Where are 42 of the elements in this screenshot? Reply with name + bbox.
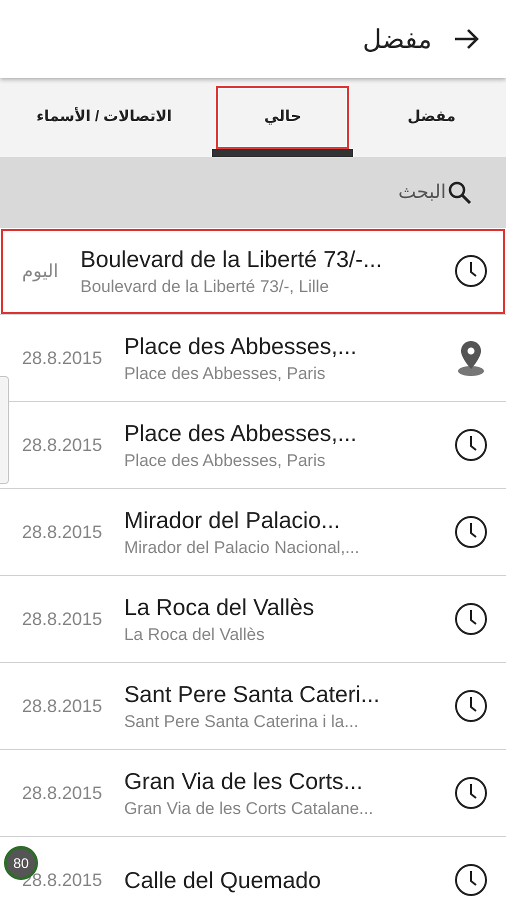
place-title: Boulevard de la Liberté 73/-... <box>80 246 384 272</box>
place-title: Calle del Quemado <box>124 866 322 894</box>
back-arrow-icon[interactable] <box>454 28 480 50</box>
place-date: 28.8.2015 <box>22 434 102 456</box>
place-title: Place des Abbesses,... <box>124 332 358 360</box>
clock-icon <box>454 515 488 549</box>
place-address: Boulevard de la Liberté 73/-, Lille <box>80 276 330 296</box>
clock-icon <box>454 776 488 810</box>
place-row[interactable]: 28.8.2015 Mirador del Palacio... Mirador del Palacio Nacional,... <box>0 489 506 576</box>
place-date: 28.8.2015 <box>22 696 102 716</box>
place-row[interactable]: 28.8.2015 Sant Pere Santa Cateri... Sant Pere Santa Caterina i la... <box>0 663 506 750</box>
screen-title: مفضل <box>362 24 432 54</box>
tab[interactable]: الاتصالات / الأسماء <box>0 78 208 157</box>
place-date: 28.8.2015 <box>22 608 102 630</box>
place-date: 28.8.2015 <box>22 522 102 542</box>
clock-icon <box>454 689 488 723</box>
place-date: 28.8.2015 <box>22 782 102 804</box>
place-row[interactable]: 28.8.2015 La Roca del Vallès La Roca del Vallès <box>0 576 506 663</box>
place-address: Mirador del Palacio Nacional,... <box>124 538 360 558</box>
place-date: 28.8.2015 <box>22 348 102 368</box>
clock-icon <box>454 602 488 636</box>
place-address: Place des Abbesses, Paris <box>124 450 326 470</box>
place-row[interactable]: 28.8.2015 Gran Via de les Corts... Gran Via de les Corts Catalane... <box>0 750 506 837</box>
location-pin-icon <box>456 339 486 377</box>
tab[interactable]: مفضل <box>357 78 506 157</box>
place-address: Place des Abbesses, Paris <box>124 364 326 384</box>
place-address: La Roca del Vallès <box>124 624 266 644</box>
clock-icon <box>454 428 488 462</box>
place-title: Mirador del Palacio... <box>124 506 342 534</box>
place-date: اليوم <box>22 260 58 282</box>
search-icon <box>448 180 472 204</box>
tab[interactable]: حالي <box>208 78 358 157</box>
place-title: Sant Pere Santa Cateri... <box>124 680 381 708</box>
place-address: Sant Pere Santa Caterina i la... <box>124 712 360 732</box>
place-date: 28.8.2015 <box>22 870 102 890</box>
search-field[interactable]: البحث <box>0 157 506 228</box>
clock-icon <box>454 254 488 288</box>
place-title: La Roca del Vallès <box>124 594 316 620</box>
place-title: Gran Via de les Corts... <box>124 768 364 794</box>
place-title: Place des Abbesses,... <box>124 420 358 446</box>
clock-icon <box>454 863 488 897</box>
place-address: Gran Via de les Corts Catalane... <box>124 798 374 818</box>
